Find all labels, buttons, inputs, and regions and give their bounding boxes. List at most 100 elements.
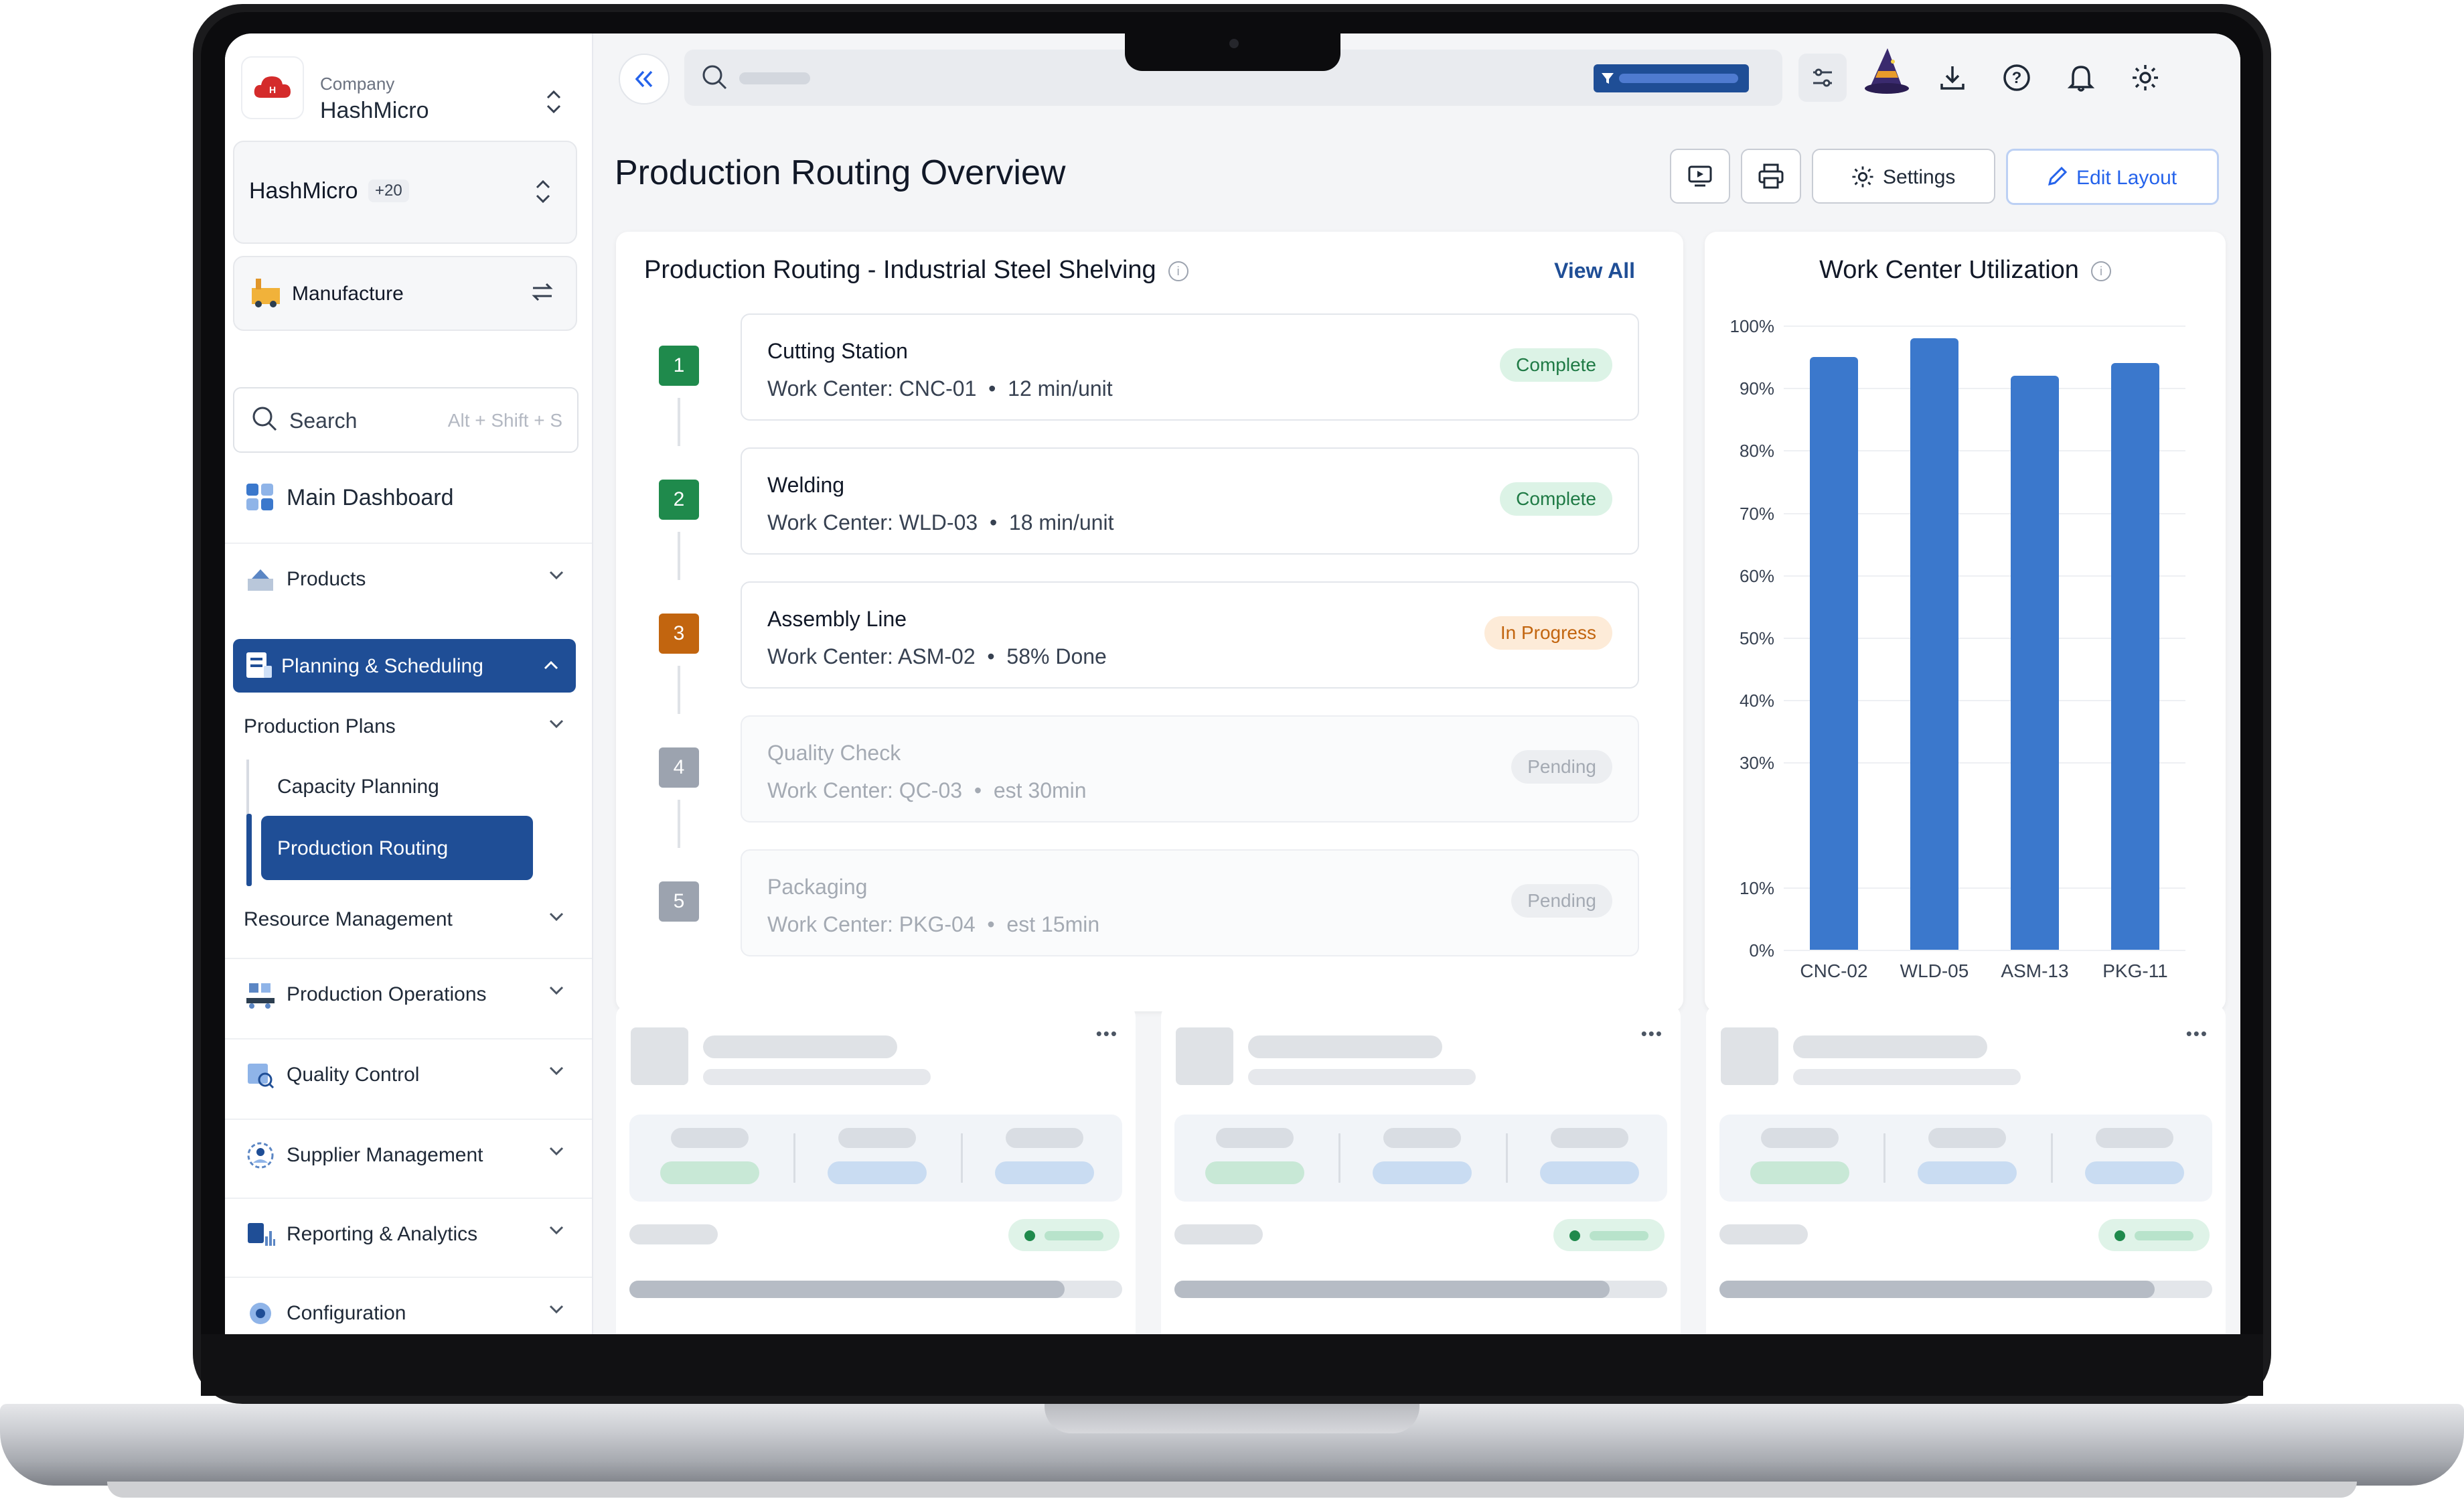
chevron-down-icon [546,565,566,591]
wizard-hat-icon[interactable] [1863,47,1911,95]
step-work-center: Work Center: ASM-02 [767,644,976,668]
y-tick-label: 90% [1739,378,1774,399]
routing-step-card[interactable]: Assembly Line Work Center: ASM-02 • 58% D… [741,581,1639,689]
module-switcher[interactable]: Manufacture [233,256,577,331]
step-work-center: Work Center: PKG-04 [767,912,976,936]
svg-text:H: H [269,84,276,95]
help-icon[interactable]: ? [1993,54,2041,102]
edit-layout-label: Edit Layout [2076,167,2177,189]
step-meta: Work Center: CNC-01 • 12 min/unit [767,376,1113,401]
skeleton-stat-label [1006,1128,1083,1148]
chevron-down-icon [546,1061,566,1086]
step-meta: Work Center: WLD-03 • 18 min/unit [767,510,1113,535]
settings-button[interactable]: Settings [1812,149,1995,204]
bell-icon[interactable] [2057,54,2105,102]
skeleton-stats-box [1719,1115,2212,1202]
quality-control-icon [245,1060,276,1090]
present-button[interactable] [1670,149,1730,204]
step-name: Welding [767,473,845,497]
skeleton-status-pill [1553,1219,1665,1251]
gear-icon[interactable] [2121,54,2169,102]
production-routing-panel: Production Routing - Industrial Steel Sh… [616,232,1683,1011]
chevron-down-icon [546,981,566,1006]
y-tick-label: 100% [1729,316,1775,336]
sidebar: H Company HashMicro HashMicro +20 Manufa… [225,33,593,1334]
updown-chevron-icon[interactable] [544,88,564,121]
sidebar-subitem-resource-management[interactable]: Resource Management [244,908,453,931]
skeleton-divider [1883,1133,1885,1183]
x-tick-label: WLD-05 [1900,960,1969,981]
step-number: 1 [659,346,699,386]
skeleton-progress-fill [1719,1281,2155,1298]
step-detail: 12 min/unit [1008,376,1113,401]
status-dot-icon [1569,1230,1580,1241]
routing-title-text: Production Routing - Industrial Steel Sh… [644,256,1156,284]
step-name: Assembly Line [767,607,907,631]
chart-bar[interactable] [1810,356,1858,950]
laptop-chin [201,1334,2263,1396]
status-badge: Complete [1500,348,1612,382]
skeleton-divider [793,1133,795,1183]
chevron-down-icon[interactable] [546,907,566,930]
info-icon[interactable]: i [2090,261,2111,281]
more-options-icon[interactable]: ••• [1096,1023,1118,1044]
skeleton-subtitle-bar [1248,1069,1476,1085]
skeleton-pill-bar [1045,1231,1103,1240]
dashboard-icon [245,482,276,513]
workspace-switcher[interactable]: HashMicro +20 [233,141,577,244]
step-connector [678,532,680,580]
sidebar-item-planning-scheduling[interactable]: Planning & Scheduling [233,639,576,693]
more-options-icon[interactable]: ••• [2186,1023,2208,1044]
sidebar-item-reporting-analytics[interactable]: Reporting & Analytics [225,1198,592,1273]
search-filter-button[interactable] [1594,64,1749,92]
sidebar-subitem-capacity-planning[interactable]: Capacity Planning [277,776,439,798]
print-button[interactable] [1741,149,1801,204]
chart-bar[interactable] [1910,338,1958,950]
collapse-sidebar-button[interactable] [619,54,670,104]
sidebar-subitem-production-plans[interactable]: Production Plans [244,715,396,738]
sidebar-item-quality-control[interactable]: Quality Control [225,1038,592,1113]
sidebar-item-label: Planning & Scheduling [281,655,483,677]
routing-step-card[interactable]: Cutting Station Work Center: CNC-01 • 12 … [741,313,1639,421]
workspace-badge: +20 [368,180,409,202]
download-icon[interactable] [1928,54,1977,102]
chart-bar[interactable] [2111,362,2159,950]
view-all-link[interactable]: View All [1554,259,1635,283]
sidebar-item-main-dashboard[interactable]: Main Dashboard [225,462,592,536]
step-meta: Work Center: QC-03 • est 30min [767,778,1087,803]
sidebar-item-configuration[interactable]: Configuration [225,1277,592,1334]
info-icon[interactable]: i [1168,261,1188,281]
company-switcher[interactable]: H Company HashMicro [234,47,583,134]
sliders-icon[interactable] [1798,54,1847,102]
skeleton-stat-label [838,1128,916,1148]
company-logo: H [241,56,304,119]
skeleton-stat-value [1373,1161,1472,1184]
printer-icon [1758,163,1784,189]
chart-gridline [1784,950,2185,951]
y-tick-label: 80% [1739,441,1774,461]
screen: H Company HashMicro HashMicro +20 Manufa… [225,33,2240,1334]
step-name: Quality Check [767,741,901,765]
double-chevron-left-icon [635,70,653,88]
sidebar-item-label: Production Operations [287,983,487,1005]
routing-step-card[interactable]: Packaging Work Center: PKG-04 • est 15min… [741,849,1639,956]
search-icon [700,63,728,94]
chevron-up-icon [541,655,561,678]
step-detail: 18 min/unit [1008,510,1114,534]
swap-icon[interactable] [530,280,554,307]
chart-gridline [1784,326,2185,327]
routing-step-card[interactable]: Quality Check Work Center: QC-03 • est 30… [741,715,1639,822]
sidebar-item-products[interactable]: Products [225,543,592,618]
sidebar-search[interactable]: Search Alt + Shift + S [233,387,579,453]
sidebar-item-supplier-management[interactable]: Supplier Management [225,1119,592,1194]
chevron-down-icon[interactable] [546,714,566,737]
sidebar-subitem-production-routing[interactable]: Production Routing [261,816,533,880]
skeleton-stat-label [1928,1128,2006,1148]
edit-layout-button[interactable]: Edit Layout [2006,149,2219,205]
search-shortcut: Alt + Shift + S [447,410,562,431]
chart-bar[interactable] [2011,375,2059,950]
sidebar-item-production-operations[interactable]: Production Operations [225,958,592,1033]
skeleton-stat-value [660,1161,759,1184]
more-options-icon[interactable]: ••• [1641,1023,1663,1044]
routing-step-card[interactable]: Welding Work Center: WLD-03 • 18 min/unit… [741,447,1639,555]
